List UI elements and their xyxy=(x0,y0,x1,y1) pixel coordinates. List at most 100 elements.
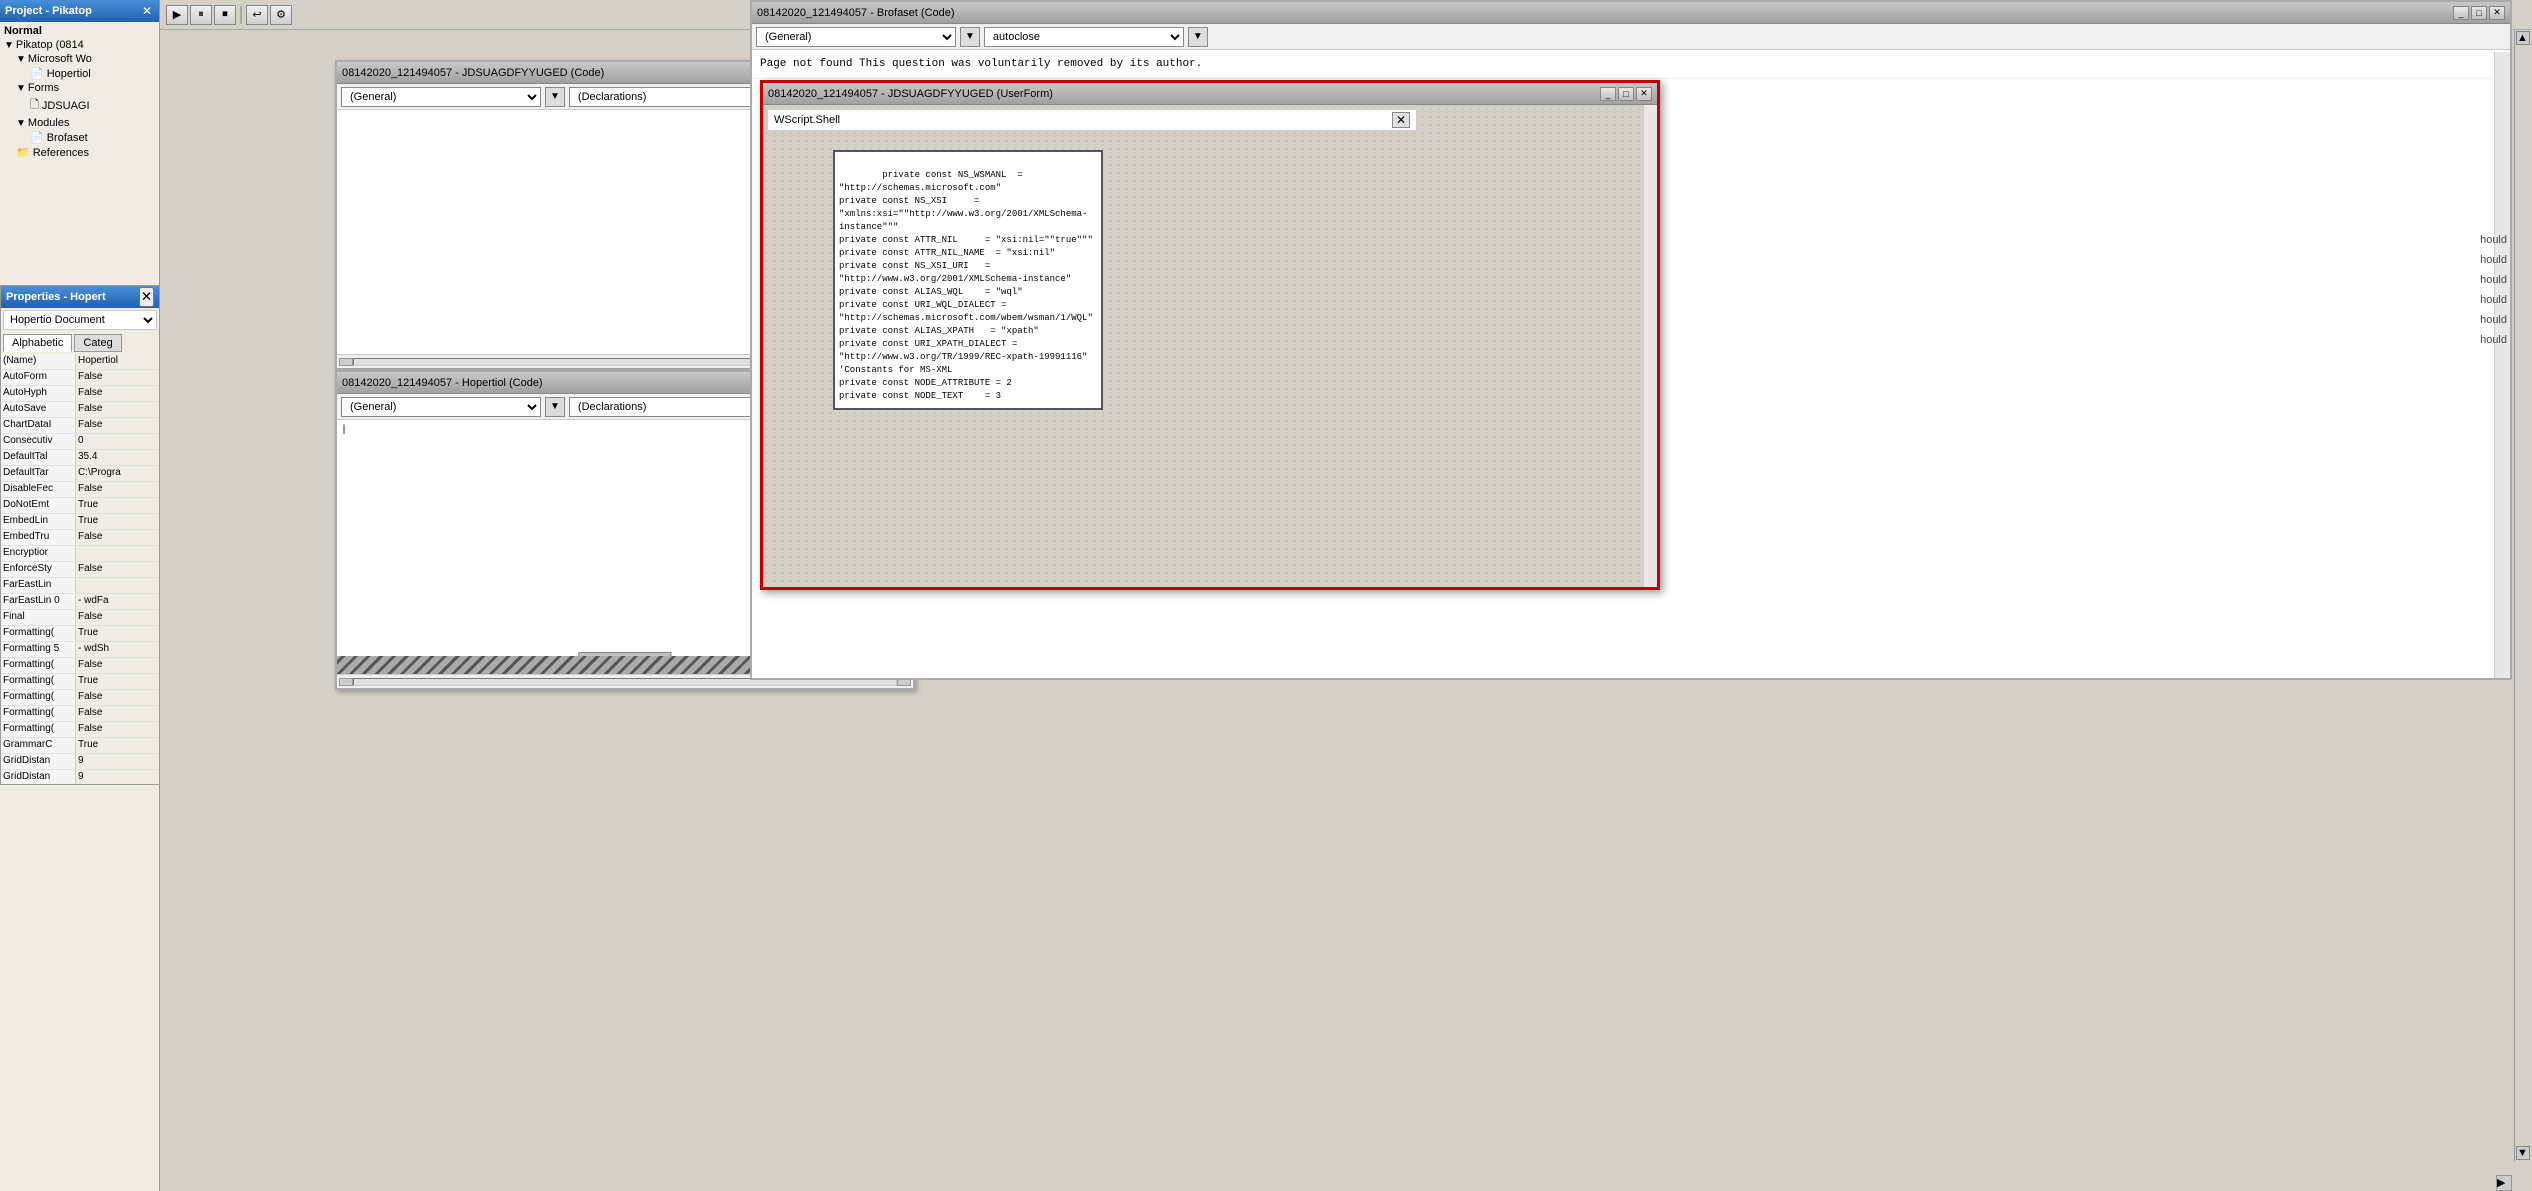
brofaset-arrow-2[interactable]: ▼ xyxy=(1188,27,1208,47)
declarations-selector-1[interactable]: (Declarations) xyxy=(569,87,769,107)
prop-value: Hopertiol xyxy=(76,354,159,369)
properties-close[interactable]: ✕ xyxy=(139,287,154,307)
minimize-btn-b[interactable]: _ xyxy=(2453,6,2469,20)
selector-arrow-1[interactable]: ▼ xyxy=(545,87,565,107)
general-selector-2[interactable]: (General) xyxy=(341,397,541,417)
project-panel-close[interactable]: ✕ xyxy=(140,4,154,18)
prop-value: False xyxy=(76,658,159,673)
selector-arrow-3[interactable]: ▼ xyxy=(545,397,565,417)
tree-item-jdsuagi[interactable]: 🗋 JDSUAGI xyxy=(2,95,157,116)
brofaset-toolbar: (General) ▼ autoclose ▼ xyxy=(752,24,2510,50)
props-row: Encryptior xyxy=(1,546,159,562)
properties-titlebar: Properties - Hopert ✕ xyxy=(1,286,159,308)
prop-value: False xyxy=(76,530,159,545)
properties-panel: Properties - Hopert ✕ Hopertio Document … xyxy=(0,285,160,785)
toolbar-btn-1[interactable]: ▶ xyxy=(166,5,188,25)
prop-value: False xyxy=(76,722,159,737)
brofaset-arrow-1[interactable]: ▼ xyxy=(960,27,980,47)
props-row: AutoFormFalse xyxy=(1,370,159,386)
userform-window: 08142020_121494057 - JDSUAGDFYYUGED (Use… xyxy=(760,80,1660,590)
toolbar-btn-4[interactable]: ↩ xyxy=(246,5,268,25)
props-row: Formatting(False xyxy=(1,690,159,706)
props-row: AutoHyphFalse xyxy=(1,386,159,402)
properties-tabs: Alphabetic Categ xyxy=(1,332,159,354)
expand-icon-modules[interactable]: ▼ xyxy=(16,118,26,129)
prop-value: 35.4 xyxy=(76,450,159,465)
userform-scrollbar-v[interactable] xyxy=(1643,105,1657,587)
tree-item-references[interactable]: 📁 References xyxy=(2,145,157,160)
wscript-close[interactable]: ✕ xyxy=(1392,112,1410,128)
expand-icon-mw[interactable]: ▼ xyxy=(16,54,26,65)
brofaset-scrollbar-v[interactable] xyxy=(2494,52,2510,678)
close-btn-uf[interactable]: ✕ xyxy=(1636,87,1652,101)
code-title-2: 08142020_121494057 - Hopertiol (Code) xyxy=(342,377,543,389)
tab-alphabetic[interactable]: Alphabetic xyxy=(3,334,72,352)
ms-word-label: Microsoft Wo xyxy=(28,53,92,65)
properties-content: (Name)Hopertiol AutoFormFalse AutoHyphFa… xyxy=(1,354,159,784)
maximize-btn-uf[interactable]: □ xyxy=(1618,87,1634,101)
props-row: Formatting(False xyxy=(1,658,159,674)
tree-item-brofaset[interactable]: 📄 Brofaset xyxy=(2,130,157,145)
prop-value: False xyxy=(76,706,159,721)
properties-object-selector[interactable]: Hopertio Document xyxy=(3,310,157,330)
prop-name-formatting5: Formatting 5 xyxy=(1,642,76,657)
prop-value: True xyxy=(76,498,159,513)
prop-name: Formatting( xyxy=(1,626,76,641)
tree-item-modules[interactable]: ▼ Modules xyxy=(2,116,157,130)
brofaset-titlebar: 08142020_121494057 - Brofaset (Code) _ □… xyxy=(752,2,2510,24)
expand-icon[interactable]: ▼ xyxy=(4,40,14,51)
prop-value: False xyxy=(76,562,159,577)
scroll-up[interactable]: ▲ xyxy=(2516,31,2530,45)
brofaset-autoclose-selector[interactable]: autoclose xyxy=(984,27,1184,47)
props-row: DefaultTal35.4 xyxy=(1,450,159,466)
toolbar-btn-5[interactable]: ⚙ xyxy=(270,5,292,25)
declarations-selector-2[interactable]: (Declarations) xyxy=(569,397,769,417)
project-panel-titlebar: Project - Pikatop ✕ xyxy=(0,0,159,22)
tree-item-pikatop[interactable]: ▼ Pikatop (0814 xyxy=(2,38,157,52)
scroll-left-1[interactable] xyxy=(339,358,353,366)
minimize-btn-uf[interactable]: _ xyxy=(1600,87,1616,101)
wscript-text: WScript.Shell xyxy=(774,114,840,126)
pikatop-label: Pikatop (0814 xyxy=(16,39,84,51)
maximize-btn-b[interactable]: □ xyxy=(2471,6,2487,20)
code-snippet-box[interactable]: private const NS_WSMANL = "http://schema… xyxy=(833,150,1103,410)
page-not-found-bar: Page not found This question was volunta… xyxy=(752,50,2510,79)
props-row: DisableFecFalse xyxy=(1,482,159,498)
prop-name: ChartDataI xyxy=(1,418,76,433)
prop-value: False xyxy=(76,418,159,433)
tree-item-microsoftwo[interactable]: ▼ Microsoft Wo xyxy=(2,52,157,66)
prop-name: Formatting( xyxy=(1,674,76,689)
userform-titlebar: 08142020_121494057 - JDSUAGDFYYUGED (Use… xyxy=(763,83,1657,105)
toolbar-btn-2[interactable]: ⏸ xyxy=(190,5,212,25)
prop-value: True xyxy=(76,514,159,529)
general-selector-1[interactable]: (General) xyxy=(341,87,541,107)
userform-body[interactable]: WScript.Shell ✕ private const NS_WSMANL … xyxy=(763,105,1657,587)
props-row: Formatting(False xyxy=(1,722,159,738)
expand-icon-forms[interactable]: ▼ xyxy=(16,83,26,94)
props-row: EmbedLinTrue xyxy=(1,514,159,530)
tree-item-forms[interactable]: ▼ Forms xyxy=(2,81,157,95)
status-line-1: hould xyxy=(2480,230,2507,250)
right-scrollbar[interactable]: ▲ ▼ xyxy=(2514,30,2532,1161)
scroll-bottom-right[interactable]: ▶ xyxy=(2496,1175,2512,1191)
props-row: GridDistan9 xyxy=(1,754,159,770)
props-row: DoNotEmtTrue xyxy=(1,498,159,514)
prop-name: DefaultTal xyxy=(1,450,76,465)
tree-item-hopertiol[interactable]: 📄 Hopertiol xyxy=(2,66,157,81)
scroll-down[interactable]: ▼ xyxy=(2516,1146,2530,1160)
prop-value: False xyxy=(76,610,159,625)
tree-item-normal[interactable]: Normal xyxy=(2,24,157,38)
prop-name: GridDistan xyxy=(1,770,76,784)
close-btn-b[interactable]: ✕ xyxy=(2489,6,2505,20)
prop-name: DisableFec xyxy=(1,482,76,497)
scroll-left-2[interactable] xyxy=(339,678,353,686)
prop-value: False xyxy=(76,690,159,705)
status-line-6: hould xyxy=(2480,330,2507,350)
prop-name: Encryptior xyxy=(1,546,76,561)
props-row: EnforceStyFalse xyxy=(1,562,159,578)
prop-name: Final xyxy=(1,610,76,625)
brofaset-general-selector[interactable]: (General) xyxy=(756,27,956,47)
prop-name: Formatting( xyxy=(1,706,76,721)
tab-categ[interactable]: Categ xyxy=(74,334,121,352)
toolbar-btn-3[interactable]: ⏹ xyxy=(214,5,236,25)
